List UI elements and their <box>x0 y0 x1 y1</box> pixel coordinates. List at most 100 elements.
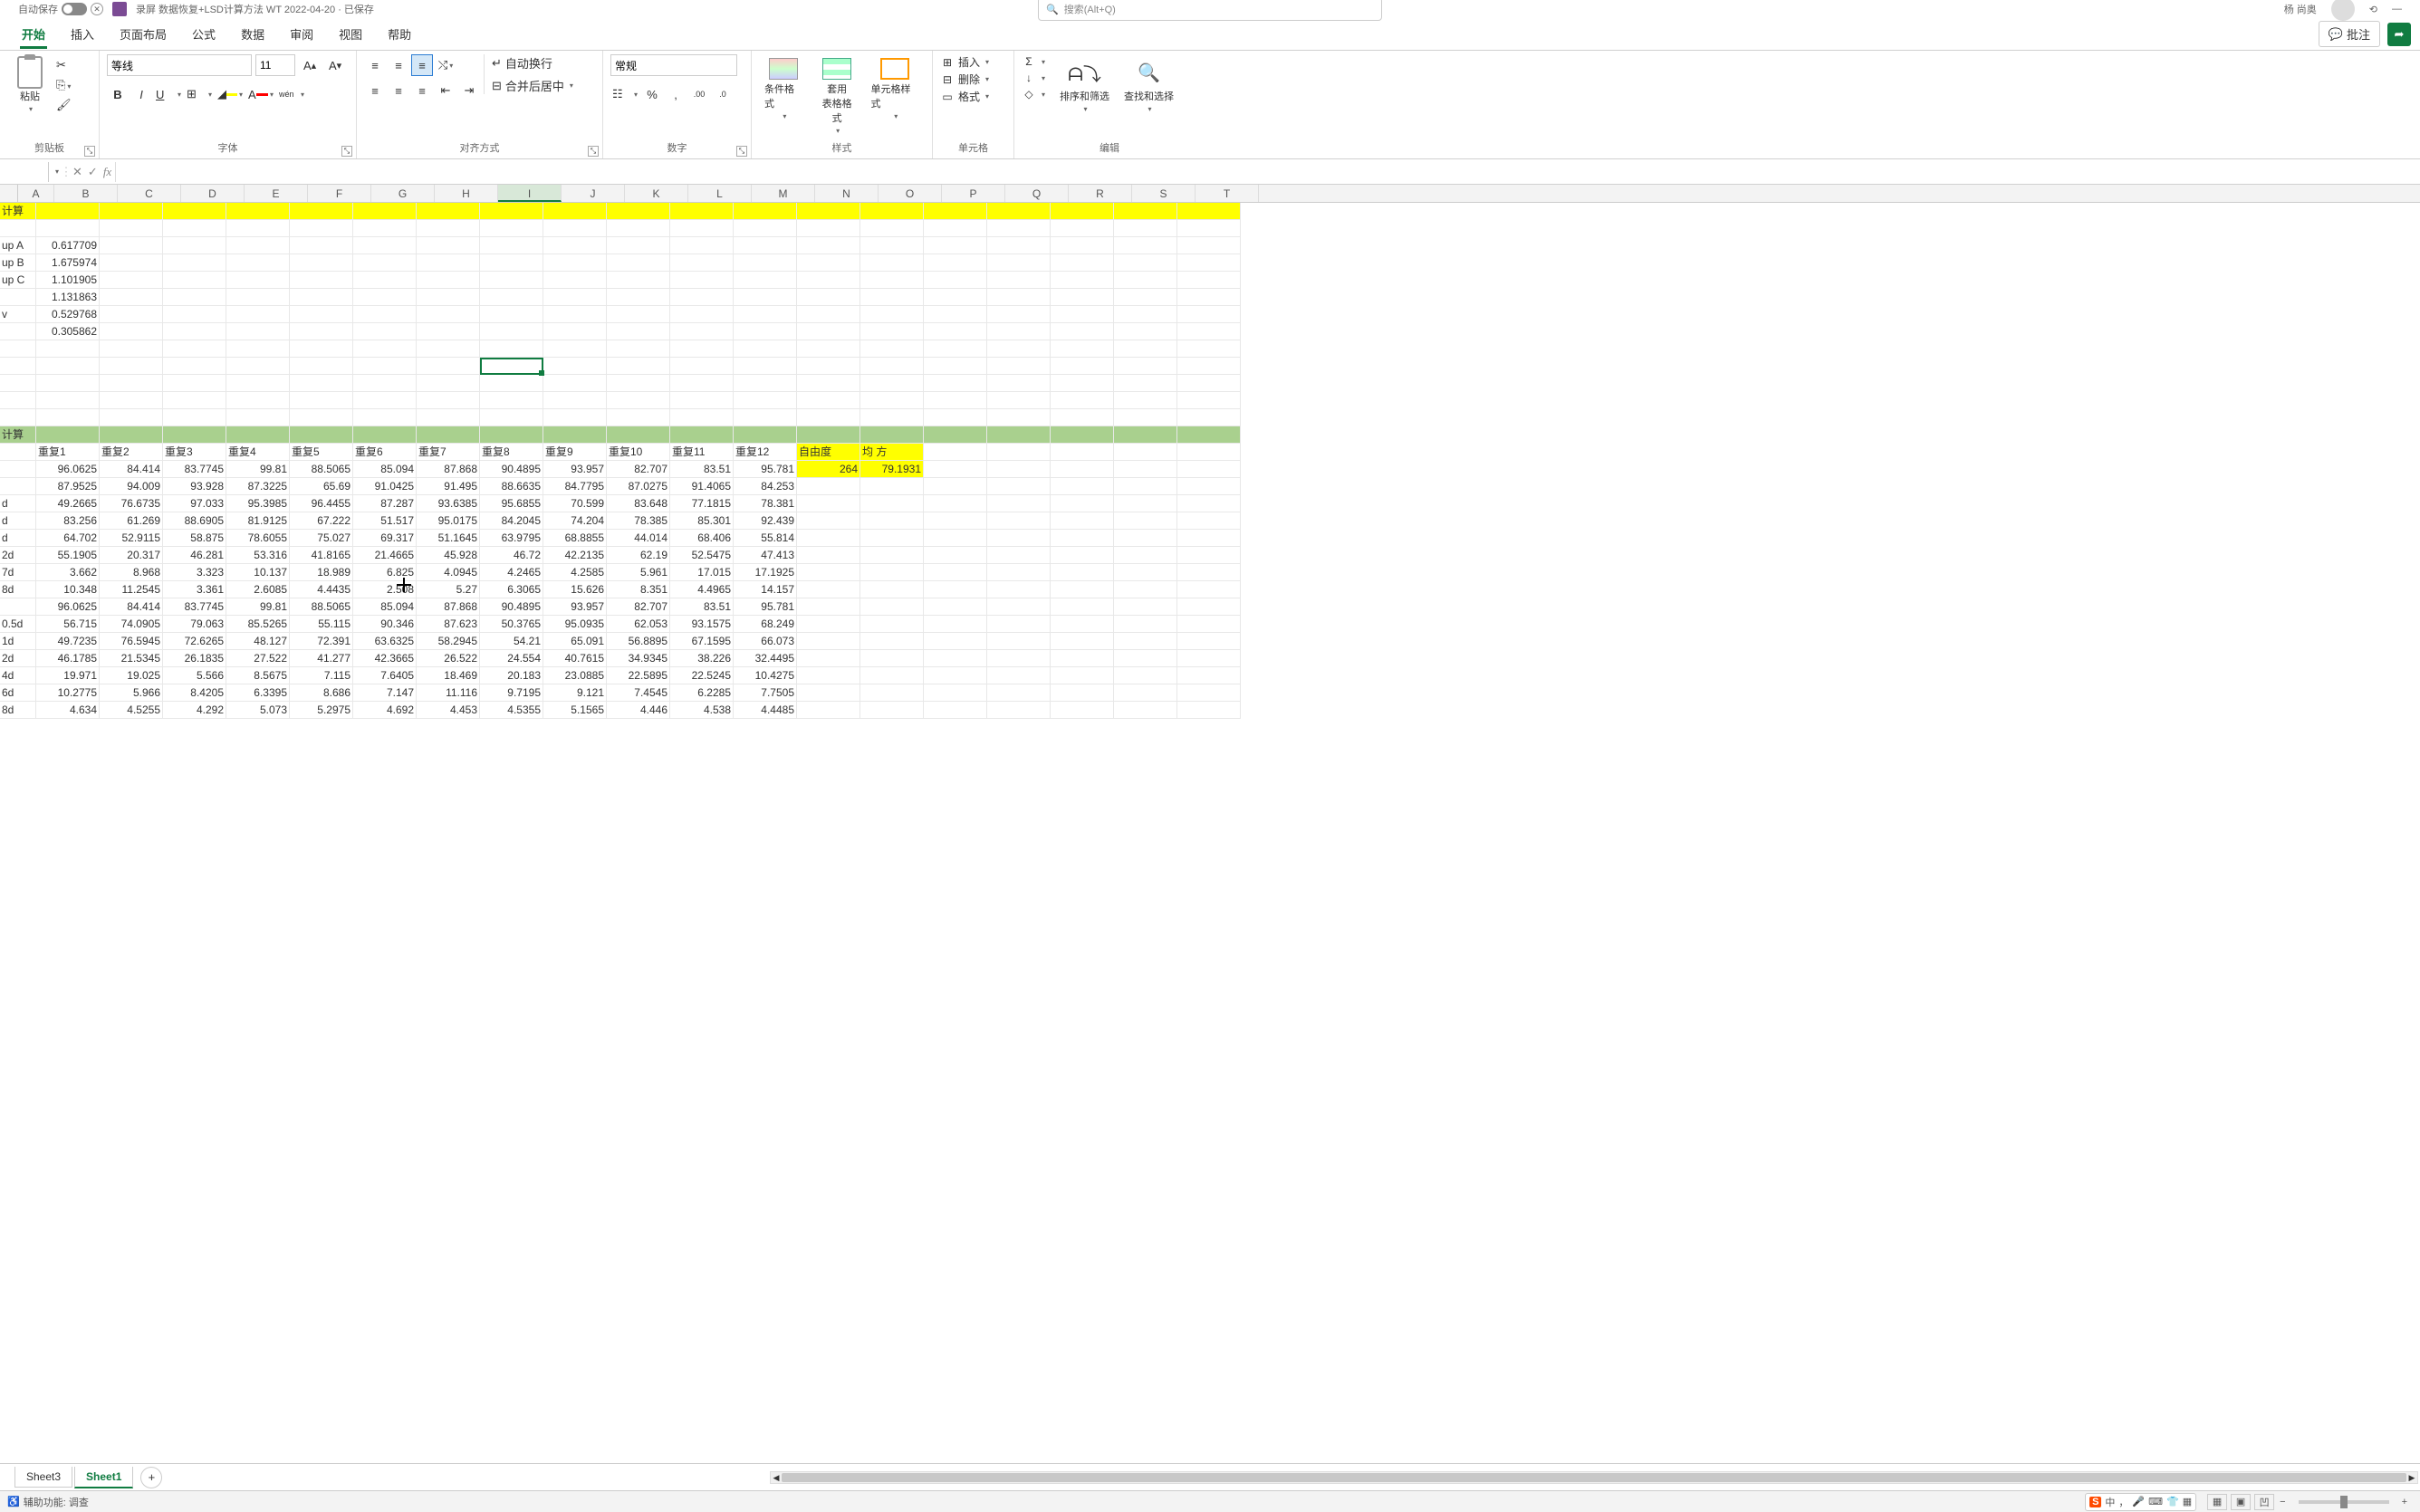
cell[interactable]: 84.7795 <box>543 478 607 495</box>
cell[interactable] <box>1177 598 1241 616</box>
cell[interactable] <box>100 220 163 237</box>
cell[interactable]: 8.968 <box>100 564 163 581</box>
cell[interactable] <box>1177 547 1241 564</box>
cell[interactable] <box>353 340 417 358</box>
cell[interactable]: 15.626 <box>543 581 607 598</box>
cell[interactable]: 56.715 <box>36 616 100 633</box>
column-header-B[interactable]: B <box>54 185 118 202</box>
insert-cells-button[interactable]: ⊞插入▾ <box>940 54 989 70</box>
cell[interactable] <box>860 289 924 306</box>
cell[interactable]: 76.6735 <box>100 495 163 512</box>
cell[interactable] <box>353 254 417 272</box>
cell[interactable] <box>1051 461 1114 478</box>
cell[interactable]: 17.015 <box>670 564 734 581</box>
cell[interactable] <box>797 306 860 323</box>
cell[interactable] <box>670 392 734 409</box>
cell[interactable] <box>860 478 924 495</box>
cell[interactable]: 8d <box>0 581 36 598</box>
sheet-tab-sheet3[interactable]: Sheet3 <box>14 1467 72 1488</box>
cell[interactable] <box>987 495 1051 512</box>
cell[interactable] <box>480 220 543 237</box>
cell[interactable] <box>670 306 734 323</box>
cell[interactable]: 44.014 <box>607 530 670 547</box>
cell[interactable] <box>163 289 226 306</box>
cell[interactable] <box>1051 444 1114 461</box>
cell[interactable] <box>353 375 417 392</box>
cell[interactable]: 6.3395 <box>226 684 290 702</box>
cell[interactable]: 4.5255 <box>100 702 163 719</box>
cell[interactable] <box>924 495 987 512</box>
cell[interactable] <box>100 203 163 220</box>
cell[interactable]: 10.137 <box>226 564 290 581</box>
cell[interactable] <box>100 306 163 323</box>
cell[interactable]: 52.9115 <box>100 530 163 547</box>
cell[interactable]: 11.2545 <box>100 581 163 598</box>
cell[interactable]: 4.4965 <box>670 581 734 598</box>
cell[interactable] <box>36 358 100 375</box>
column-header-R[interactable]: R <box>1069 185 1132 202</box>
cell[interactable]: 55.814 <box>734 530 797 547</box>
cell[interactable] <box>1114 547 1177 564</box>
cell[interactable]: 重复4 <box>226 444 290 461</box>
cell[interactable] <box>480 426 543 444</box>
cell[interactable] <box>1114 340 1177 358</box>
tab-data[interactable]: 数据 <box>228 20 277 48</box>
cell[interactable] <box>1177 358 1241 375</box>
cell[interactable]: 91.4065 <box>670 478 734 495</box>
cell[interactable]: 40.7615 <box>543 650 607 667</box>
cell[interactable]: 4.5355 <box>480 702 543 719</box>
cell[interactable] <box>1051 512 1114 530</box>
cell[interactable] <box>797 650 860 667</box>
cell[interactable]: 88.5065 <box>290 598 353 616</box>
decrease-indent-icon[interactable]: ⇤ <box>435 80 456 101</box>
cell[interactable] <box>987 426 1051 444</box>
cell[interactable] <box>353 358 417 375</box>
cell[interactable] <box>1177 512 1241 530</box>
cell[interactable] <box>670 358 734 375</box>
cell[interactable] <box>924 633 987 650</box>
cell[interactable] <box>860 547 924 564</box>
cell[interactable] <box>607 358 670 375</box>
cell[interactable] <box>670 254 734 272</box>
cell-styles-button[interactable]: 单元格样式 ▾ <box>866 54 925 124</box>
cell[interactable] <box>543 203 607 220</box>
cell[interactable] <box>1051 616 1114 633</box>
cell[interactable] <box>0 409 36 426</box>
cell[interactable] <box>1051 254 1114 272</box>
cell[interactable]: 3.662 <box>36 564 100 581</box>
cell[interactable] <box>797 426 860 444</box>
orientation-button[interactable]: ⤭▾ <box>435 54 456 76</box>
cell[interactable] <box>36 409 100 426</box>
cell[interactable] <box>0 444 36 461</box>
cell[interactable]: 54.21 <box>480 633 543 650</box>
cell[interactable]: 7d <box>0 564 36 581</box>
cell[interactable] <box>1177 323 1241 340</box>
cell[interactable] <box>860 650 924 667</box>
cell[interactable] <box>860 581 924 598</box>
cell[interactable] <box>924 323 987 340</box>
ribbon-mode-icon[interactable]: ⟲ <box>2369 4 2377 15</box>
cell[interactable] <box>860 598 924 616</box>
cell[interactable]: 90.4895 <box>480 598 543 616</box>
wrap-text-button[interactable]: ↵ 自动换行 <box>492 54 573 72</box>
cell[interactable] <box>36 426 100 444</box>
cell[interactable] <box>860 203 924 220</box>
cell[interactable]: 5.966 <box>100 684 163 702</box>
cell[interactable] <box>987 616 1051 633</box>
cell[interactable] <box>924 444 987 461</box>
cell[interactable] <box>1051 564 1114 581</box>
cell[interactable] <box>543 254 607 272</box>
scroll-left-icon[interactable]: ◀ <box>771 1473 782 1484</box>
cell[interactable] <box>543 289 607 306</box>
cell[interactable] <box>924 512 987 530</box>
cell[interactable] <box>987 444 1051 461</box>
minimize-icon[interactable]: — <box>2392 4 2402 14</box>
borders-button[interactable]: ⊞▾ <box>185 83 214 105</box>
cell[interactable] <box>290 392 353 409</box>
format-painter-icon[interactable]: 🖌 <box>56 98 72 112</box>
cell[interactable] <box>163 409 226 426</box>
cell[interactable]: 65.69 <box>290 478 353 495</box>
cell[interactable] <box>480 340 543 358</box>
cell[interactable]: 2.508 <box>353 581 417 598</box>
clear-button[interactable]: ◇▾ <box>1022 87 1045 101</box>
